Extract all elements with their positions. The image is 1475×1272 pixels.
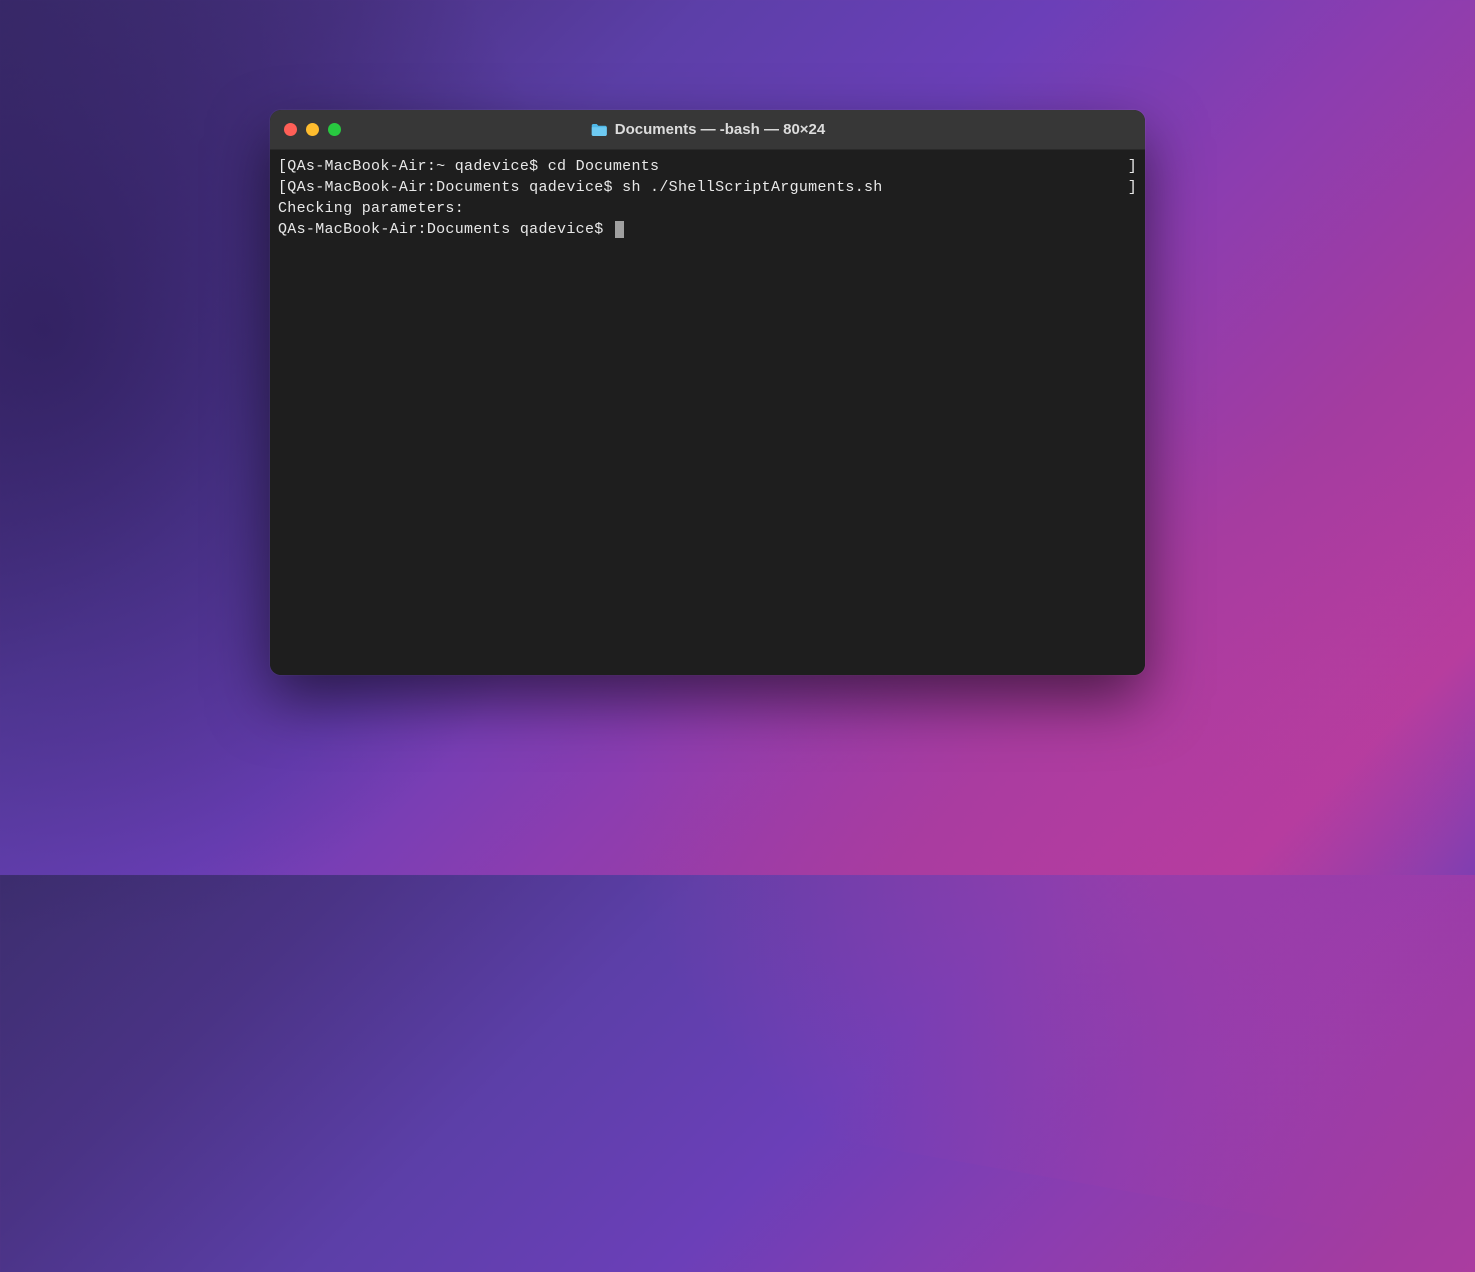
window-title: Documents — -bash — 80×24: [590, 121, 825, 138]
close-button[interactable]: [284, 123, 297, 136]
folder-icon: [590, 123, 608, 137]
terminal-line: Checking parameters:: [278, 198, 1137, 219]
terminal-body[interactable]: [QAs-MacBook-Air:~ qadevice$ cd Document…: [270, 150, 1145, 675]
terminal-line: [QAs-MacBook-Air:Documents qadevice$ sh …: [278, 177, 1137, 198]
terminal-window[interactable]: Documents — -bash — 80×24 [QAs-MacBook-A…: [270, 110, 1145, 675]
terminal-text: ]: [1128, 177, 1137, 198]
terminal-text: [QAs-MacBook-Air:Documents qadevice$ sh …: [278, 177, 883, 198]
terminal-text: ]: [1128, 156, 1137, 177]
maximize-button[interactable]: [328, 123, 341, 136]
terminal-text: [QAs-MacBook-Air:~ qadevice$ cd Document…: [278, 156, 659, 177]
traffic-lights: [284, 123, 341, 136]
window-title-text: Documents — -bash — 80×24: [615, 121, 825, 138]
minimize-button[interactable]: [306, 123, 319, 136]
terminal-prompt-line: QAs-MacBook-Air:Documents qadevice$: [278, 219, 1137, 240]
titlebar[interactable]: Documents — -bash — 80×24: [270, 110, 1145, 150]
cursor: [615, 221, 624, 238]
terminal-prompt: QAs-MacBook-Air:Documents qadevice$: [278, 221, 613, 238]
terminal-text: Checking parameters:: [278, 198, 464, 219]
terminal-line: [QAs-MacBook-Air:~ qadevice$ cd Document…: [278, 156, 1137, 177]
